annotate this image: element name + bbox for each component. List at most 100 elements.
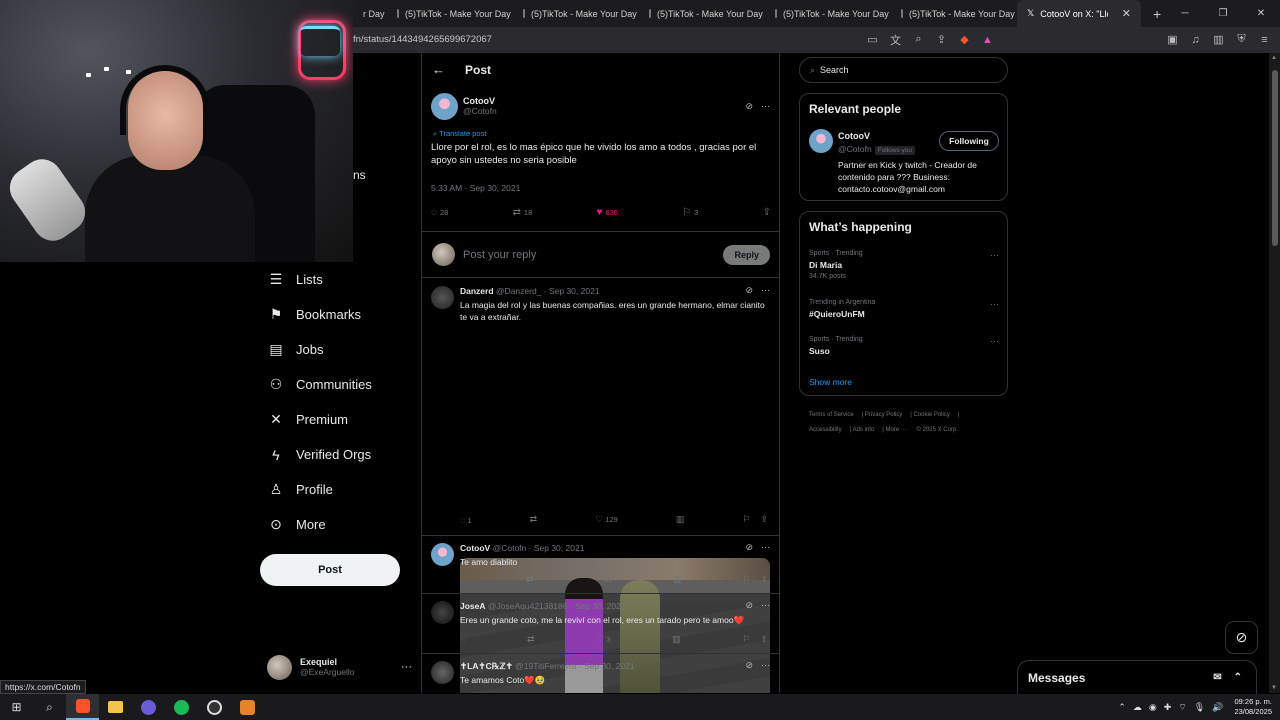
network-icon[interactable]: ☁	[1133, 702, 1142, 713]
avatar[interactable]	[431, 661, 454, 684]
author-handle[interactable]: @Cotofn	[463, 106, 497, 116]
close-window-icon[interactable]: ✕	[1242, 0, 1280, 27]
reply-input[interactable]: Post your reply	[463, 249, 536, 261]
footer-link[interactable]: Accessibility	[809, 427, 842, 433]
file-explorer-icon[interactable]	[99, 694, 132, 720]
like-action[interactable]: ♡ 129	[595, 514, 618, 525]
search-icon[interactable]: ⌕	[33, 694, 66, 720]
reply-author-name[interactable]: CotooV	[460, 543, 490, 553]
grok-icon[interactable]: ⊘	[745, 600, 753, 611]
nav-item-verified-orgs[interactable]: ϟ Verified Orgs	[260, 437, 410, 472]
brave-browser-icon[interactable]	[66, 694, 99, 720]
following-button[interactable]: Following	[939, 131, 999, 151]
clock[interactable]: 09:26 p. m. 23/08/2025	[1234, 697, 1272, 717]
restore-icon[interactable]: ❐	[1204, 0, 1242, 27]
scrollbar-thumb[interactable]	[1272, 70, 1278, 246]
reply-author-name[interactable]: Danzerd	[460, 286, 494, 296]
chevron-up-icon[interactable]: ⌃	[1118, 702, 1126, 713]
translate-icon[interactable]: 文	[887, 31, 904, 48]
reply-author-name[interactable]: ✝LA✝C℞ℤ✝	[460, 661, 513, 671]
browser-tab[interactable]: (5)TikTok - Make Your Day	[765, 0, 891, 27]
brave-shields-icon[interactable]: ◆	[956, 31, 973, 48]
browser-tab-active[interactable]: 𝕏 CotooV on X: "Llore p ✕	[1017, 0, 1141, 27]
avatar[interactable]	[431, 543, 454, 566]
nav-item-profile[interactable]: ♙ Profile	[260, 472, 410, 507]
close-tab-icon[interactable]: ✕	[1122, 7, 1131, 20]
post-timestamp[interactable]: 5:33 AM · Sep 30, 2021	[431, 183, 770, 193]
more-icon[interactable]: ···	[761, 285, 770, 296]
avatar[interactable]	[431, 92, 458, 120]
grok-icon[interactable]: ⊘	[745, 660, 753, 671]
post-button[interactable]: Post	[260, 554, 400, 586]
music-icon[interactable]: ♫	[1187, 31, 1204, 48]
reply-author-name[interactable]: JoseA	[460, 601, 486, 611]
nav-item-premium[interactable]: ✕ Premium	[260, 402, 410, 437]
reply-item[interactable]: CotooV @Cotofn · Sep 30, 2021 ⊘ ··· Te am…	[422, 536, 779, 594]
browser-tab[interactable]: (5)TikTok - Make Your Day	[639, 0, 765, 27]
nav-item-bookmarks[interactable]: ⚑ Bookmarks	[260, 297, 410, 332]
reply-date[interactable]: Sep 30, 2021	[584, 661, 635, 671]
wallet-icon[interactable]: ▣	[1164, 31, 1181, 48]
like-action[interactable]: ♡ 51	[594, 574, 613, 585]
sidebar-icon[interactable]: ▥	[1210, 31, 1227, 48]
more-icon[interactable]: ···	[990, 250, 999, 260]
reply-date[interactable]: Sep 30, 2021	[575, 601, 626, 611]
like-action[interactable]: ♡ 3	[596, 634, 610, 645]
vpn-icon[interactable]: ⛨	[1233, 31, 1250, 48]
views-action[interactable]: ▥	[672, 634, 681, 645]
more-icon[interactable]: ···	[761, 542, 770, 553]
volume-icon[interactable]: 🔊	[1212, 702, 1223, 713]
obs-icon[interactable]	[198, 694, 231, 720]
app-icon[interactable]	[231, 694, 264, 720]
avatar[interactable]	[431, 286, 454, 309]
person-name[interactable]: CotooV	[838, 131, 870, 141]
more-icon[interactable]: ···	[761, 101, 770, 112]
reply-action[interactable]: ◌	[460, 635, 465, 645]
messages-drawer[interactable]: Messages ✉ ⌃	[1017, 660, 1257, 694]
grok-button[interactable]: ⊘	[1225, 621, 1258, 654]
views-action[interactable]: ▥	[676, 514, 685, 525]
app-tray-icon[interactable]: ✚	[1164, 702, 1172, 713]
scroll-up-arrow-icon[interactable]: ▲	[1271, 55, 1277, 61]
reply-action[interactable]: ◌	[460, 575, 465, 585]
grok-icon[interactable]: ⊘	[745, 101, 753, 112]
reply-date[interactable]: Sep 30, 2021	[549, 286, 600, 296]
bookmark-action[interactable]: ⚐ 3	[682, 207, 698, 218]
grok-icon[interactable]: ⊘	[745, 542, 753, 553]
scrollbar[interactable]: ▲ ▼	[1269, 53, 1280, 693]
more-icon[interactable]: ···	[401, 661, 412, 673]
more-icon[interactable]: ···	[990, 336, 999, 346]
windows-start-icon[interactable]: ⊞	[0, 694, 33, 720]
avatar[interactable]	[431, 601, 454, 624]
scroll-down-arrow-icon[interactable]: ▼	[1271, 685, 1277, 691]
reply-button[interactable]: Reply	[723, 244, 770, 265]
reply-author-handle[interactable]: @19TitiFerreyra	[515, 661, 576, 671]
brave-rewards-icon[interactable]: ▲	[979, 31, 996, 48]
share-icon[interactable]: ⇪	[760, 634, 768, 645]
share-icon[interactable]: ⇪	[760, 514, 768, 525]
zoom-icon[interactable]: ⌕	[910, 31, 927, 48]
back-arrow-icon[interactable]: ←	[432, 62, 445, 77]
reply-author-handle[interactable]: @Cotofn	[493, 543, 527, 553]
menu-icon[interactable]: ≡	[1256, 31, 1273, 48]
url-field[interactable]: fn/status/1443494265699672067	[353, 34, 492, 45]
trend-item[interactable]: Sports · Trending Di Maria 34.7K posts ·…	[809, 250, 999, 280]
mic-icon[interactable]: 🎙	[1194, 702, 1205, 713]
nav-item-communities[interactable]: ⚇ Communities	[260, 367, 410, 402]
minimize-icon[interactable]: ─	[1166, 0, 1204, 27]
spotify-icon[interactable]	[165, 694, 198, 720]
person-handle[interactable]: @Cotofn	[838, 144, 872, 154]
trend-item[interactable]: Trending in Argentina #QuieroUnFM ···	[809, 299, 999, 319]
bookmark-icon[interactable]: ⚐	[742, 574, 750, 585]
reply-action[interactable]: ◌ 28	[431, 207, 448, 218]
browser-tab[interactable]: r Day	[353, 0, 387, 27]
author-name[interactable]: CotooV	[463, 96, 497, 106]
browser-tab[interactable]: (5)TikTok - Make Your Day	[513, 0, 639, 27]
chevron-up-icon[interactable]: ⌃	[1234, 672, 1242, 683]
share-icon[interactable]: ⇪	[933, 31, 950, 48]
footer-link[interactable]: Terms of Service	[809, 412, 854, 418]
reply-author-handle[interactable]: @JoseAqu42138186	[488, 601, 568, 611]
repost-action[interactable]: ⇄	[526, 574, 534, 585]
cast-icon[interactable]: ▭	[864, 31, 881, 48]
views-action[interactable]: ▥	[673, 574, 682, 585]
